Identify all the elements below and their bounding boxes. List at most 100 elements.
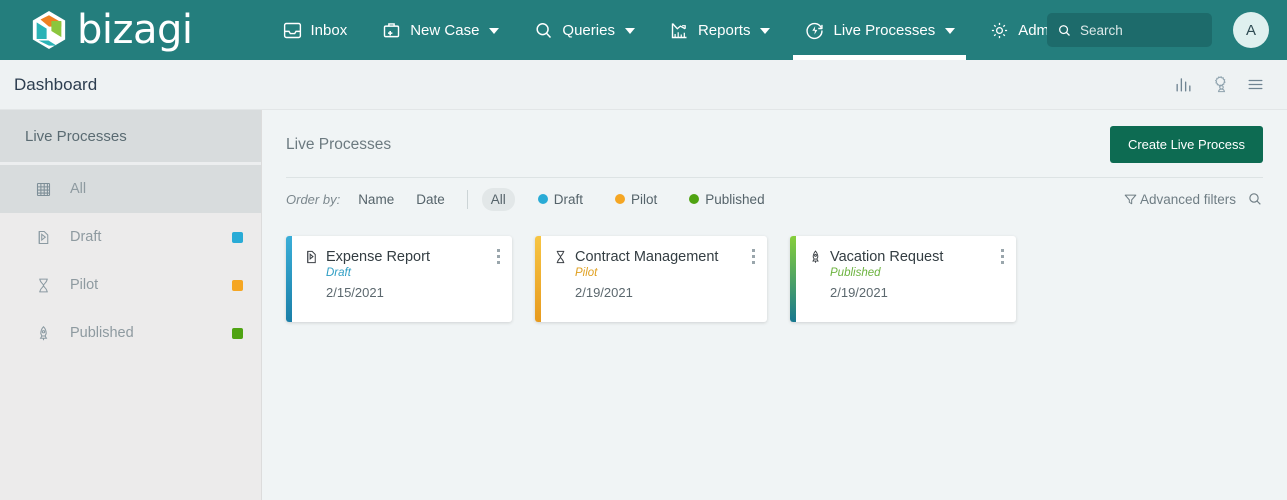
filter-chip-all[interactable]: All	[482, 188, 515, 211]
sidebar-label-all: All	[70, 181, 86, 197]
create-live-process-button[interactable]: Create Live Process	[1110, 126, 1263, 163]
search-icon	[1057, 23, 1072, 38]
filter-chip-pilot[interactable]: Pilot	[606, 188, 666, 211]
filter-chip-label-draft: Draft	[554, 192, 583, 207]
card-date: 2/15/2021	[326, 285, 512, 300]
sidebar: Live Processes All Draft Pilot	[0, 110, 262, 500]
nav-label-queries: Queries	[562, 22, 615, 39]
dashboard-header-bar: Dashboard	[0, 60, 1287, 110]
avatar[interactable]: A	[1233, 12, 1269, 48]
sidebar-label-pilot: Pilot	[70, 277, 98, 293]
sidebar-item-all[interactable]: All	[0, 165, 261, 213]
search-icon	[533, 20, 554, 41]
report-chart-icon	[669, 20, 690, 41]
process-card-contract-management[interactable]: Contract Management Pilot 2/19/2021	[535, 236, 767, 322]
card-state: Pilot	[575, 267, 767, 279]
filter-bar: Order by: Name Date All Draft Pilot Publ…	[286, 178, 1263, 220]
funnel-icon	[1123, 192, 1138, 207]
main-content: Live Processes Create Live Process Order…	[262, 110, 1287, 500]
nav-item-inbox[interactable]: Inbox	[265, 0, 365, 60]
bar-chart-icon[interactable]	[1174, 75, 1193, 94]
card-date: 2/19/2021	[575, 285, 767, 300]
page-title: Dashboard	[14, 75, 97, 95]
card-title-row: Contract Management	[553, 249, 767, 265]
filter-dot-published	[689, 194, 699, 204]
briefcase-plus-icon	[381, 20, 402, 41]
sidebar-item-published[interactable]: Published	[0, 309, 261, 357]
filter-chip-label-published: Published	[705, 192, 764, 207]
gear-user-icon[interactable]	[1210, 75, 1229, 94]
search-icon[interactable]	[1247, 191, 1263, 207]
card-title: Vacation Request	[830, 249, 943, 265]
card-content: Contract Management Pilot 2/19/2021	[541, 236, 767, 322]
nav-label-new-case: New Case	[410, 22, 479, 39]
filter-dot-pilot	[615, 194, 625, 204]
sidebar-label-published: Published	[70, 325, 134, 341]
card-content: Expense Report Draft 2/15/2021	[292, 236, 512, 322]
order-by-date[interactable]: Date	[416, 192, 445, 207]
top-navigation-bar: bizagi Inbox New Case Queries	[0, 0, 1287, 60]
nav-label-live-processes: Live Processes	[833, 22, 935, 39]
filter-chip-published[interactable]: Published	[680, 188, 773, 211]
filter-chip-label-all: All	[491, 192, 506, 207]
advanced-filters-button[interactable]: Advanced filters	[1123, 192, 1236, 207]
main-title: Live Processes	[286, 136, 391, 154]
page-body: Live Processes All Draft Pilot	[0, 110, 1287, 500]
nav-item-reports[interactable]: Reports	[652, 0, 788, 60]
filter-chip-draft[interactable]: Draft	[529, 188, 592, 211]
hourglass-icon	[35, 277, 52, 294]
dashboard-header-icons	[1174, 75, 1265, 94]
chevron-down-icon	[489, 28, 499, 34]
process-card-expense-report[interactable]: Expense Report Draft 2/15/2021	[286, 236, 512, 322]
nav-label-inbox: Inbox	[311, 22, 348, 39]
nav-item-queries[interactable]: Queries	[516, 0, 652, 60]
advanced-filters-label: Advanced filters	[1140, 192, 1236, 207]
sidebar-dot-draft	[232, 232, 243, 243]
inbox-icon	[282, 20, 303, 41]
main-header: Live Processes Create Live Process	[286, 110, 1263, 178]
nav-items: Inbox New Case Queries	[265, 0, 1098, 60]
card-menu-button[interactable]	[750, 247, 757, 266]
sidebar-header: Live Processes	[0, 110, 261, 165]
sidebar-dot-pilot	[232, 280, 243, 291]
filter-divider	[467, 190, 468, 209]
rocket-icon	[808, 249, 823, 265]
brand-name: bizagi	[77, 10, 193, 50]
search-input[interactable]	[1080, 23, 1202, 38]
nav-item-live-processes[interactable]: Live Processes	[787, 0, 972, 60]
card-title: Expense Report	[326, 249, 430, 265]
brand-logo[interactable]: bizagi	[30, 9, 193, 51]
hourglass-icon	[553, 249, 568, 265]
draft-page-icon	[304, 249, 319, 265]
global-search-box[interactable]	[1047, 13, 1212, 47]
grid-icon	[35, 181, 52, 198]
card-state: Draft	[326, 267, 512, 279]
hamburger-menu-icon[interactable]	[1246, 75, 1265, 94]
bizagi-hexagon-logo	[30, 9, 68, 51]
live-process-icon	[804, 20, 825, 41]
sidebar-item-pilot[interactable]: Pilot	[0, 261, 261, 309]
card-title: Contract Management	[575, 249, 718, 265]
card-menu-button[interactable]	[999, 247, 1006, 266]
chevron-down-icon	[760, 28, 770, 34]
gear-icon	[989, 20, 1010, 41]
sidebar-label-draft: Draft	[70, 229, 101, 245]
process-card-vacation-request[interactable]: Vacation Request Published 2/19/2021	[790, 236, 1016, 322]
card-title-row: Vacation Request	[808, 249, 1016, 265]
chevron-down-icon	[945, 28, 955, 34]
sidebar-item-draft[interactable]: Draft	[0, 213, 261, 261]
nav-label-reports: Reports	[698, 22, 751, 39]
order-by-name[interactable]: Name	[358, 192, 394, 207]
draft-page-icon	[35, 229, 52, 246]
filter-bar-right: Advanced filters	[1123, 191, 1263, 207]
order-by-label: Order by:	[286, 192, 340, 207]
avatar-initial: A	[1246, 22, 1256, 39]
card-content: Vacation Request Published 2/19/2021	[796, 236, 1016, 322]
chevron-down-icon	[625, 28, 635, 34]
card-menu-button[interactable]	[495, 247, 502, 266]
process-card-list: Expense Report Draft 2/15/2021	[286, 220, 1263, 322]
nav-item-new-case[interactable]: New Case	[364, 0, 516, 60]
filter-dot-draft	[538, 194, 548, 204]
sidebar-dot-published	[232, 328, 243, 339]
card-title-row: Expense Report	[304, 249, 512, 265]
